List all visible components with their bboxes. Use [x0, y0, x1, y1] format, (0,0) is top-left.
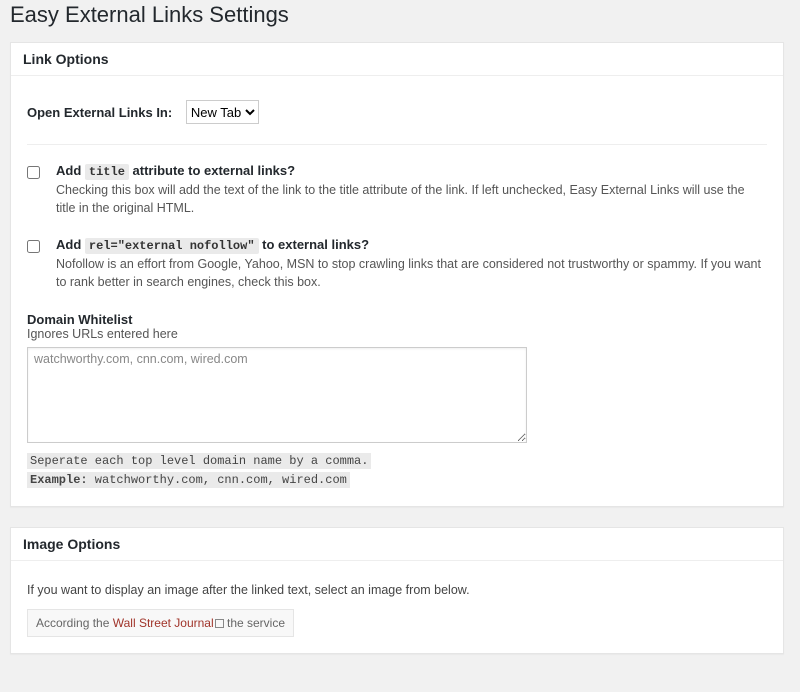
link-preview: According the Wall Street Journal the se… — [27, 609, 294, 637]
title-attribute-row: Add title attribute to external links? C… — [27, 163, 767, 217]
title-attribute-checkbox[interactable] — [27, 166, 40, 179]
link-options-heading: Link Options — [11, 43, 783, 76]
image-options-box: Image Options If you want to display an … — [10, 527, 784, 654]
page-title: Easy External Links Settings — [10, 2, 784, 28]
title-code: title — [85, 164, 129, 180]
divider — [27, 144, 767, 145]
rel-attribute-label: Add rel="external nofollow" to external … — [56, 237, 767, 253]
title-attribute-desc: Checking this box will add the text of t… — [56, 181, 767, 217]
link-options-box: Link Options Open External Links In: New… — [10, 42, 784, 507]
image-options-intro: If you want to display an image after th… — [27, 583, 767, 597]
whitelist-note: Seperate each top level domain name by a… — [27, 452, 767, 490]
open-external-links-row: Open External Links In: New Tab — [27, 100, 767, 124]
open-in-select[interactable]: New Tab — [186, 100, 259, 124]
image-options-heading: Image Options — [11, 528, 783, 561]
whitelist-textarea[interactable] — [27, 347, 527, 443]
rel-attribute-desc: Nofollow is an effort from Google, Yahoo… — [56, 255, 767, 291]
rel-attribute-row: Add rel="external nofollow" to external … — [27, 237, 767, 291]
external-link-icon — [215, 619, 224, 628]
whitelist-sub: Ignores URLs entered here — [27, 327, 767, 341]
whitelist-label: Domain Whitelist — [27, 312, 767, 327]
rel-attribute-checkbox[interactable] — [27, 240, 40, 253]
preview-link[interactable]: Wall Street Journal — [113, 616, 224, 630]
title-attribute-label: Add title attribute to external links? — [56, 163, 767, 179]
rel-code: rel="external nofollow" — [85, 238, 259, 254]
open-in-label: Open External Links In: — [27, 105, 172, 120]
